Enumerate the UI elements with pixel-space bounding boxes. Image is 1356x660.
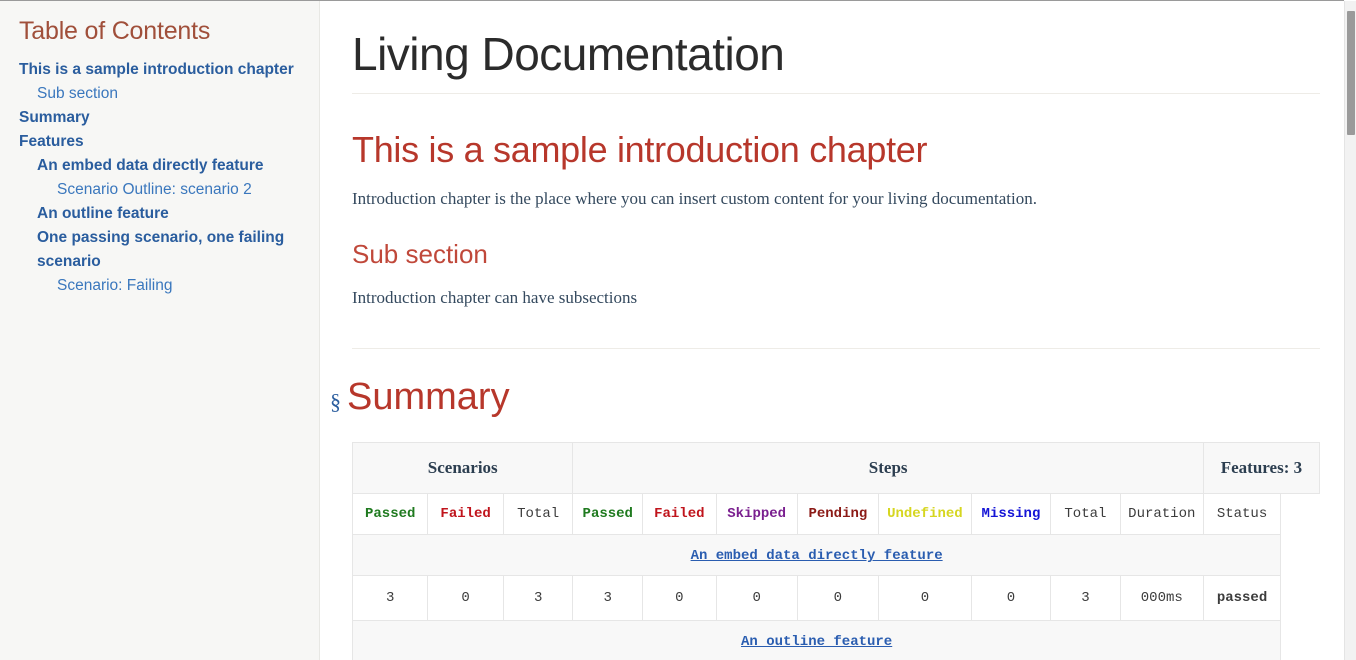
table-of-contents-sidebar: Table of Contents This is a sample intro…: [0, 0, 320, 660]
toc-item-6[interactable]: An outline feature: [19, 202, 305, 226]
table-group-header: Steps: [572, 442, 1204, 495]
table-column-header-undefined: Undefined: [877, 493, 972, 536]
table-column-header-row: Passed Failed Total Passed Failed Skipped Pend…: [351, 493, 1320, 536]
feature-name-cell: An outline feature: [351, 620, 1282, 660]
scrollbar-thumb[interactable]: [1347, 11, 1355, 135]
table-cell: 0: [877, 575, 972, 622]
chapter-paragraph: Introduction chapter is the place where …: [352, 189, 1037, 209]
subsection-heading: Sub section: [352, 238, 488, 269]
toc-list: This is a sample introduction chapter Sub…: [19, 58, 305, 298]
table-row: 3 0 3 3 0 0 0 0 0 3 000ms passed: [351, 575, 1320, 622]
anchor-link-icon[interactable]: §: [330, 390, 341, 413]
table-column-header-duration: Duration: [1119, 493, 1204, 536]
section-divider: [352, 347, 1320, 349]
main-content: Living Documentation This is a sample in…: [320, 0, 1344, 660]
feature-name-cell: An embed data directly feature: [351, 534, 1282, 577]
table-column-header-passed: Passed: [351, 493, 429, 536]
table-column-header-passed: Passed: [572, 493, 644, 536]
table-column-header-pending: Pending: [796, 493, 879, 536]
summary-table: Scenarios Steps Features: 3 Passed Failed To…: [351, 442, 1321, 660]
status-badge: passed: [1202, 575, 1282, 622]
toc-item-0[interactable]: This is a sample introduction chapter: [19, 58, 305, 82]
table-cell: 3: [351, 575, 429, 622]
summary-heading: § Summary: [330, 375, 1320, 421]
toc-item-4[interactable]: An embed data directly feature: [19, 154, 305, 178]
toc-item-8[interactable]: Scenario: Failing: [19, 274, 305, 298]
table-column-header-total: Total: [502, 493, 574, 536]
table-column-header-missing: Missing: [970, 493, 1052, 536]
table-cell: 3: [502, 575, 574, 622]
table-column-header-total: Total: [1050, 493, 1121, 536]
table-cell: 3: [1050, 575, 1121, 622]
toc-item-3[interactable]: Features: [19, 130, 305, 154]
chapter-heading: This is a sample introduction chapter: [352, 128, 928, 170]
table-group-header-row: Scenarios Steps Features: 3: [351, 442, 1321, 495]
page-root: Table of Contents This is a sample intro…: [0, 0, 1344, 660]
table-cell: 0: [970, 575, 1052, 622]
top-divider: [0, 0, 1344, 1]
feature-link[interactable]: An outline feature: [741, 634, 892, 650]
summary-heading-label: Summary: [347, 375, 510, 418]
page-title: Living Documentation: [352, 28, 1320, 94]
table-cell: 0: [427, 575, 504, 622]
table-group-header: Scenarios: [351, 442, 574, 495]
vertical-scrollbar[interactable]: [1344, 1, 1356, 660]
toc-item-5[interactable]: Scenario Outline: scenario 2: [19, 178, 305, 202]
table-cell: 3: [572, 575, 644, 622]
table-body: An embed data directly feature 3 0 3 3 0 0 0 0 0 3…: [351, 534, 1320, 660]
table-column-header-skipped: Skipped: [715, 493, 798, 536]
table-group-header: Features: 3: [1202, 442, 1321, 495]
table-cell: 0: [642, 575, 717, 622]
toc-item-7[interactable]: One passing scenario, one failing scenar…: [19, 226, 305, 274]
table-feature-row: An outline feature: [351, 620, 1320, 660]
table-cell: 0: [796, 575, 879, 622]
toc-title: Table of Contents: [19, 17, 211, 45]
table-column-header-failed: Failed: [642, 493, 717, 536]
table-cell: 000ms: [1119, 575, 1204, 622]
subsection-paragraph: Introduction chapter can have subsection…: [352, 288, 638, 308]
table-feature-row: An embed data directly feature: [351, 534, 1320, 577]
table-column-header-status: Status: [1202, 493, 1282, 536]
toc-item-2[interactable]: Summary: [19, 106, 305, 130]
toc-item-1[interactable]: Sub section: [19, 82, 305, 106]
feature-link[interactable]: An embed data directly feature: [691, 548, 943, 564]
table-cell: 0: [715, 575, 798, 622]
table-column-header-failed: Failed: [427, 493, 504, 536]
